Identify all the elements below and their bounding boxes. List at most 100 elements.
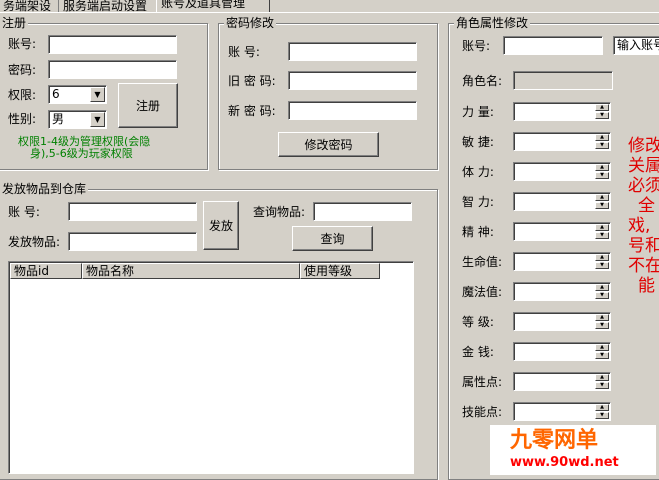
spin-down-icon[interactable]: ▼ xyxy=(595,412,609,419)
items-account-label: 账 号: xyxy=(8,205,40,219)
spin-down-icon[interactable]: ▼ xyxy=(595,262,609,269)
register-password-input[interactable] xyxy=(48,60,177,79)
role-field-label: 生命值: xyxy=(462,255,503,269)
spin-up-icon[interactable]: ▲ xyxy=(595,344,609,351)
column-item-name[interactable]: 物品名称 xyxy=(82,263,300,279)
spin-down-icon[interactable]: ▼ xyxy=(595,352,609,359)
spin-buttons[interactable]: ▲ ▼ xyxy=(595,104,609,119)
notice-line: 戏, xyxy=(628,216,651,236)
pc-old-password-input[interactable] xyxy=(288,71,417,90)
register-account-input[interactable] xyxy=(48,35,177,54)
pc-new-password-label: 新 密 码: xyxy=(228,104,276,118)
items-item-input[interactable] xyxy=(68,232,197,251)
query-item-input[interactable] xyxy=(313,202,412,221)
spin-up-icon[interactable]: ▲ xyxy=(595,284,609,291)
role-field-spin-input[interactable]: ▲ ▼ xyxy=(513,222,611,241)
notice-line: 修改 xyxy=(628,136,659,156)
notice-line: 能 xyxy=(638,276,655,296)
spin-buttons[interactable]: ▲ ▼ xyxy=(595,134,609,149)
register-password-label: 密码: xyxy=(8,63,37,77)
role-field-label: 技能点: xyxy=(462,405,503,419)
register-gender-select[interactable]: 男 ▼ xyxy=(48,110,107,129)
query-item-label: 查询物品: xyxy=(253,205,306,219)
pc-old-password-label: 旧 密 码: xyxy=(228,74,276,88)
send-item-button[interactable]: 发放 xyxy=(203,201,239,250)
spin-down-icon[interactable]: ▼ xyxy=(595,142,609,149)
spin-up-icon[interactable]: ▲ xyxy=(595,404,609,411)
password-change-title: 密码修改 xyxy=(224,16,277,30)
spin-down-icon[interactable]: ▼ xyxy=(595,202,609,209)
spin-buttons[interactable]: ▲ ▼ xyxy=(595,254,609,269)
notice-line: 必须 xyxy=(628,176,659,196)
pc-account-input[interactable] xyxy=(288,42,417,61)
spin-buttons[interactable]: ▲ ▼ xyxy=(595,404,609,419)
notice-line: 关属 xyxy=(628,156,659,176)
spin-down-icon[interactable]: ▼ xyxy=(595,292,609,299)
spin-down-icon[interactable]: ▼ xyxy=(595,232,609,239)
tab-server-startup[interactable]: 服务端启动设置 xyxy=(58,0,162,12)
role-title: 角色属性修改 xyxy=(454,16,531,30)
role-field-label: 金 钱: xyxy=(462,345,494,359)
tab-server-setup[interactable]: 务端架设 xyxy=(0,0,64,12)
spin-down-icon[interactable]: ▼ xyxy=(595,172,609,179)
role-field-spin-input[interactable]: ▲ ▼ xyxy=(513,252,611,271)
spin-up-icon[interactable]: ▲ xyxy=(595,194,609,201)
register-button[interactable]: 注册 xyxy=(118,83,178,128)
role-account-hint-input[interactable]: 输入账号 xyxy=(613,36,659,55)
register-account-label: 账号: xyxy=(8,37,37,51)
spin-buttons[interactable]: ▲ ▼ xyxy=(595,194,609,209)
register-level-select[interactable]: 6 ▼ xyxy=(48,85,107,104)
role-field-spin-input[interactable]: ▲ ▼ xyxy=(513,402,611,421)
items-account-input[interactable] xyxy=(68,202,197,221)
role-account-label: 账号: xyxy=(462,39,491,53)
register-gender-value: 男 xyxy=(52,112,65,126)
spin-up-icon[interactable]: ▲ xyxy=(595,224,609,231)
role-field-spin-input[interactable]: ▲ ▼ xyxy=(513,342,611,361)
chevron-down-icon[interactable]: ▼ xyxy=(90,112,105,127)
role-field-label: 敏 捷: xyxy=(462,135,494,149)
query-button[interactable]: 查询 xyxy=(292,226,373,251)
role-field-spin-input[interactable]: ▲ ▼ xyxy=(513,102,611,121)
spin-up-icon[interactable]: ▲ xyxy=(595,134,609,141)
role-field-spin-input[interactable]: ▲ ▼ xyxy=(513,282,611,301)
role-field-spin-input[interactable]: ▲ ▼ xyxy=(513,132,611,151)
watermark-brand: 九零网单 xyxy=(510,428,599,453)
register-level-label: 权限: xyxy=(8,88,37,102)
spin-down-icon[interactable]: ▼ xyxy=(595,112,609,119)
spin-buttons[interactable]: ▲ ▼ xyxy=(595,374,609,389)
role-field-spin-input[interactable]: ▲ ▼ xyxy=(513,372,611,391)
register-gender-label: 性别: xyxy=(8,112,37,126)
role-field-spin-input[interactable]: ▲ ▼ xyxy=(513,312,611,331)
role-field-spin-input[interactable]: ▲ ▼ xyxy=(513,192,611,211)
pc-account-label: 账 号: xyxy=(228,45,260,59)
register-level-value: 6 xyxy=(52,87,60,101)
spin-buttons[interactable]: ▲ ▼ xyxy=(595,224,609,239)
role-field-spin-input[interactable]: ▲ ▼ xyxy=(513,162,611,181)
notice-line: 号和 xyxy=(628,236,659,256)
spin-down-icon[interactable]: ▼ xyxy=(595,322,609,329)
column-use-level[interactable]: 使用等级 xyxy=(300,263,380,279)
spin-buttons[interactable]: ▲ ▼ xyxy=(595,164,609,179)
role-field-label: 等 级: xyxy=(462,315,494,329)
role-field-label: 体 力: xyxy=(462,165,494,179)
spin-up-icon[interactable]: ▲ xyxy=(595,104,609,111)
column-item-id[interactable]: 物品id xyxy=(10,263,82,279)
spin-up-icon[interactable]: ▲ xyxy=(595,374,609,381)
role-name-input xyxy=(513,71,613,90)
change-password-button[interactable]: 修改密码 xyxy=(278,132,379,157)
spin-up-icon[interactable]: ▲ xyxy=(595,314,609,321)
tab-divider xyxy=(0,12,659,13)
spin-buttons[interactable]: ▲ ▼ xyxy=(595,284,609,299)
spin-up-icon[interactable]: ▲ xyxy=(595,254,609,261)
spin-buttons[interactable]: ▲ ▼ xyxy=(595,344,609,359)
pc-new-password-input[interactable] xyxy=(288,101,417,120)
items-title: 发放物品到仓库 xyxy=(0,182,89,196)
notice-line: 不在 xyxy=(628,256,659,276)
spin-buttons[interactable]: ▲ ▼ xyxy=(595,314,609,329)
spin-up-icon[interactable]: ▲ xyxy=(595,164,609,171)
chevron-down-icon[interactable]: ▼ xyxy=(90,87,105,102)
register-hint-line2: 身),5-6级为玩家权限 xyxy=(30,147,133,160)
spin-down-icon[interactable]: ▼ xyxy=(595,382,609,389)
items-list[interactable]: 物品id 物品名称 使用等级 xyxy=(8,261,414,474)
role-account-input[interactable] xyxy=(503,36,603,55)
